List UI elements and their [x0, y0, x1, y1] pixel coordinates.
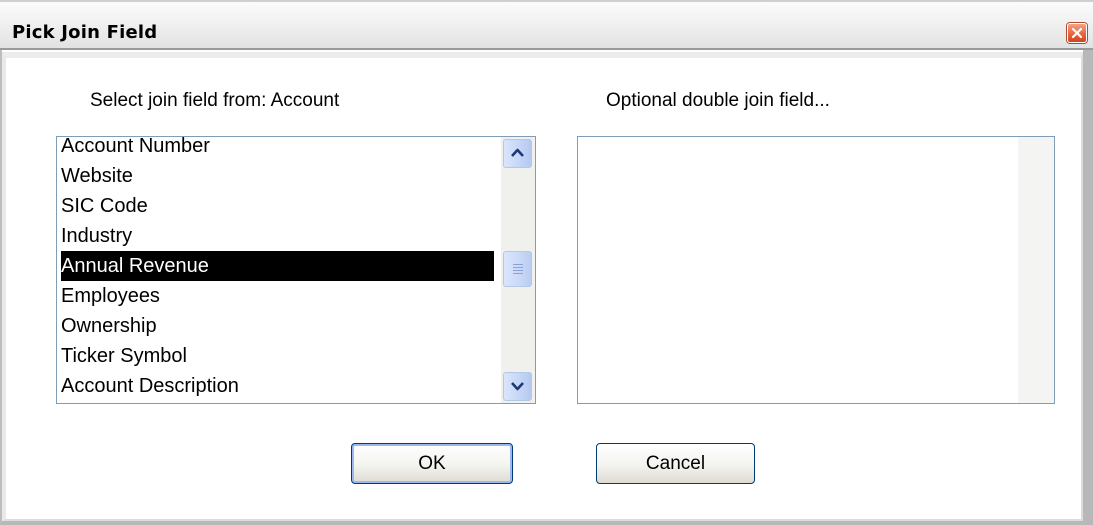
scroll-thumb[interactable]: [503, 251, 532, 287]
list-item[interactable]: Account Description: [61, 371, 239, 401]
pick-join-field-dialog: Pick Join Field Select join field from: …: [0, 0, 1093, 525]
double-join-field-listbox[interactable]: [577, 136, 1055, 404]
list-item[interactable]: Employees: [61, 281, 160, 311]
dialog-title: Pick Join Field: [12, 22, 158, 43]
cancel-button[interactable]: Cancel: [596, 443, 755, 484]
list-item[interactable]: SIC Code: [61, 191, 148, 221]
vertical-scrollbar[interactable]: [501, 137, 535, 403]
right-list-label: Optional double join field...: [606, 90, 830, 111]
list-item-selected[interactable]: Annual Revenue: [61, 251, 494, 281]
grip-icon: [513, 264, 523, 265]
scroll-up-button[interactable]: [503, 139, 532, 168]
left-list-label: Select join field from: Account: [90, 90, 340, 111]
list-item[interactable]: Ownership: [61, 311, 157, 341]
join-field-listbox[interactable]: Account Number Website SIC Code Industry…: [56, 135, 536, 404]
list-item[interactable]: Account Number: [61, 131, 210, 161]
ok-button[interactable]: OK: [351, 443, 513, 484]
close-icon: [1071, 27, 1083, 39]
grip-icon: [513, 270, 523, 271]
grip-icon: [513, 273, 523, 274]
grip-icon: [513, 267, 523, 268]
listbox-scroll-track: [1018, 137, 1054, 403]
chevron-down-icon: [511, 382, 524, 391]
chevron-up-icon: [511, 148, 524, 157]
title-bar[interactable]: Pick Join Field: [0, 0, 1093, 50]
close-button[interactable]: [1067, 23, 1087, 43]
list-item[interactable]: Industry: [61, 221, 132, 251]
list-item[interactable]: Ticker Symbol: [61, 341, 187, 371]
scroll-down-button[interactable]: [503, 372, 532, 401]
list-item[interactable]: Website: [61, 161, 133, 191]
